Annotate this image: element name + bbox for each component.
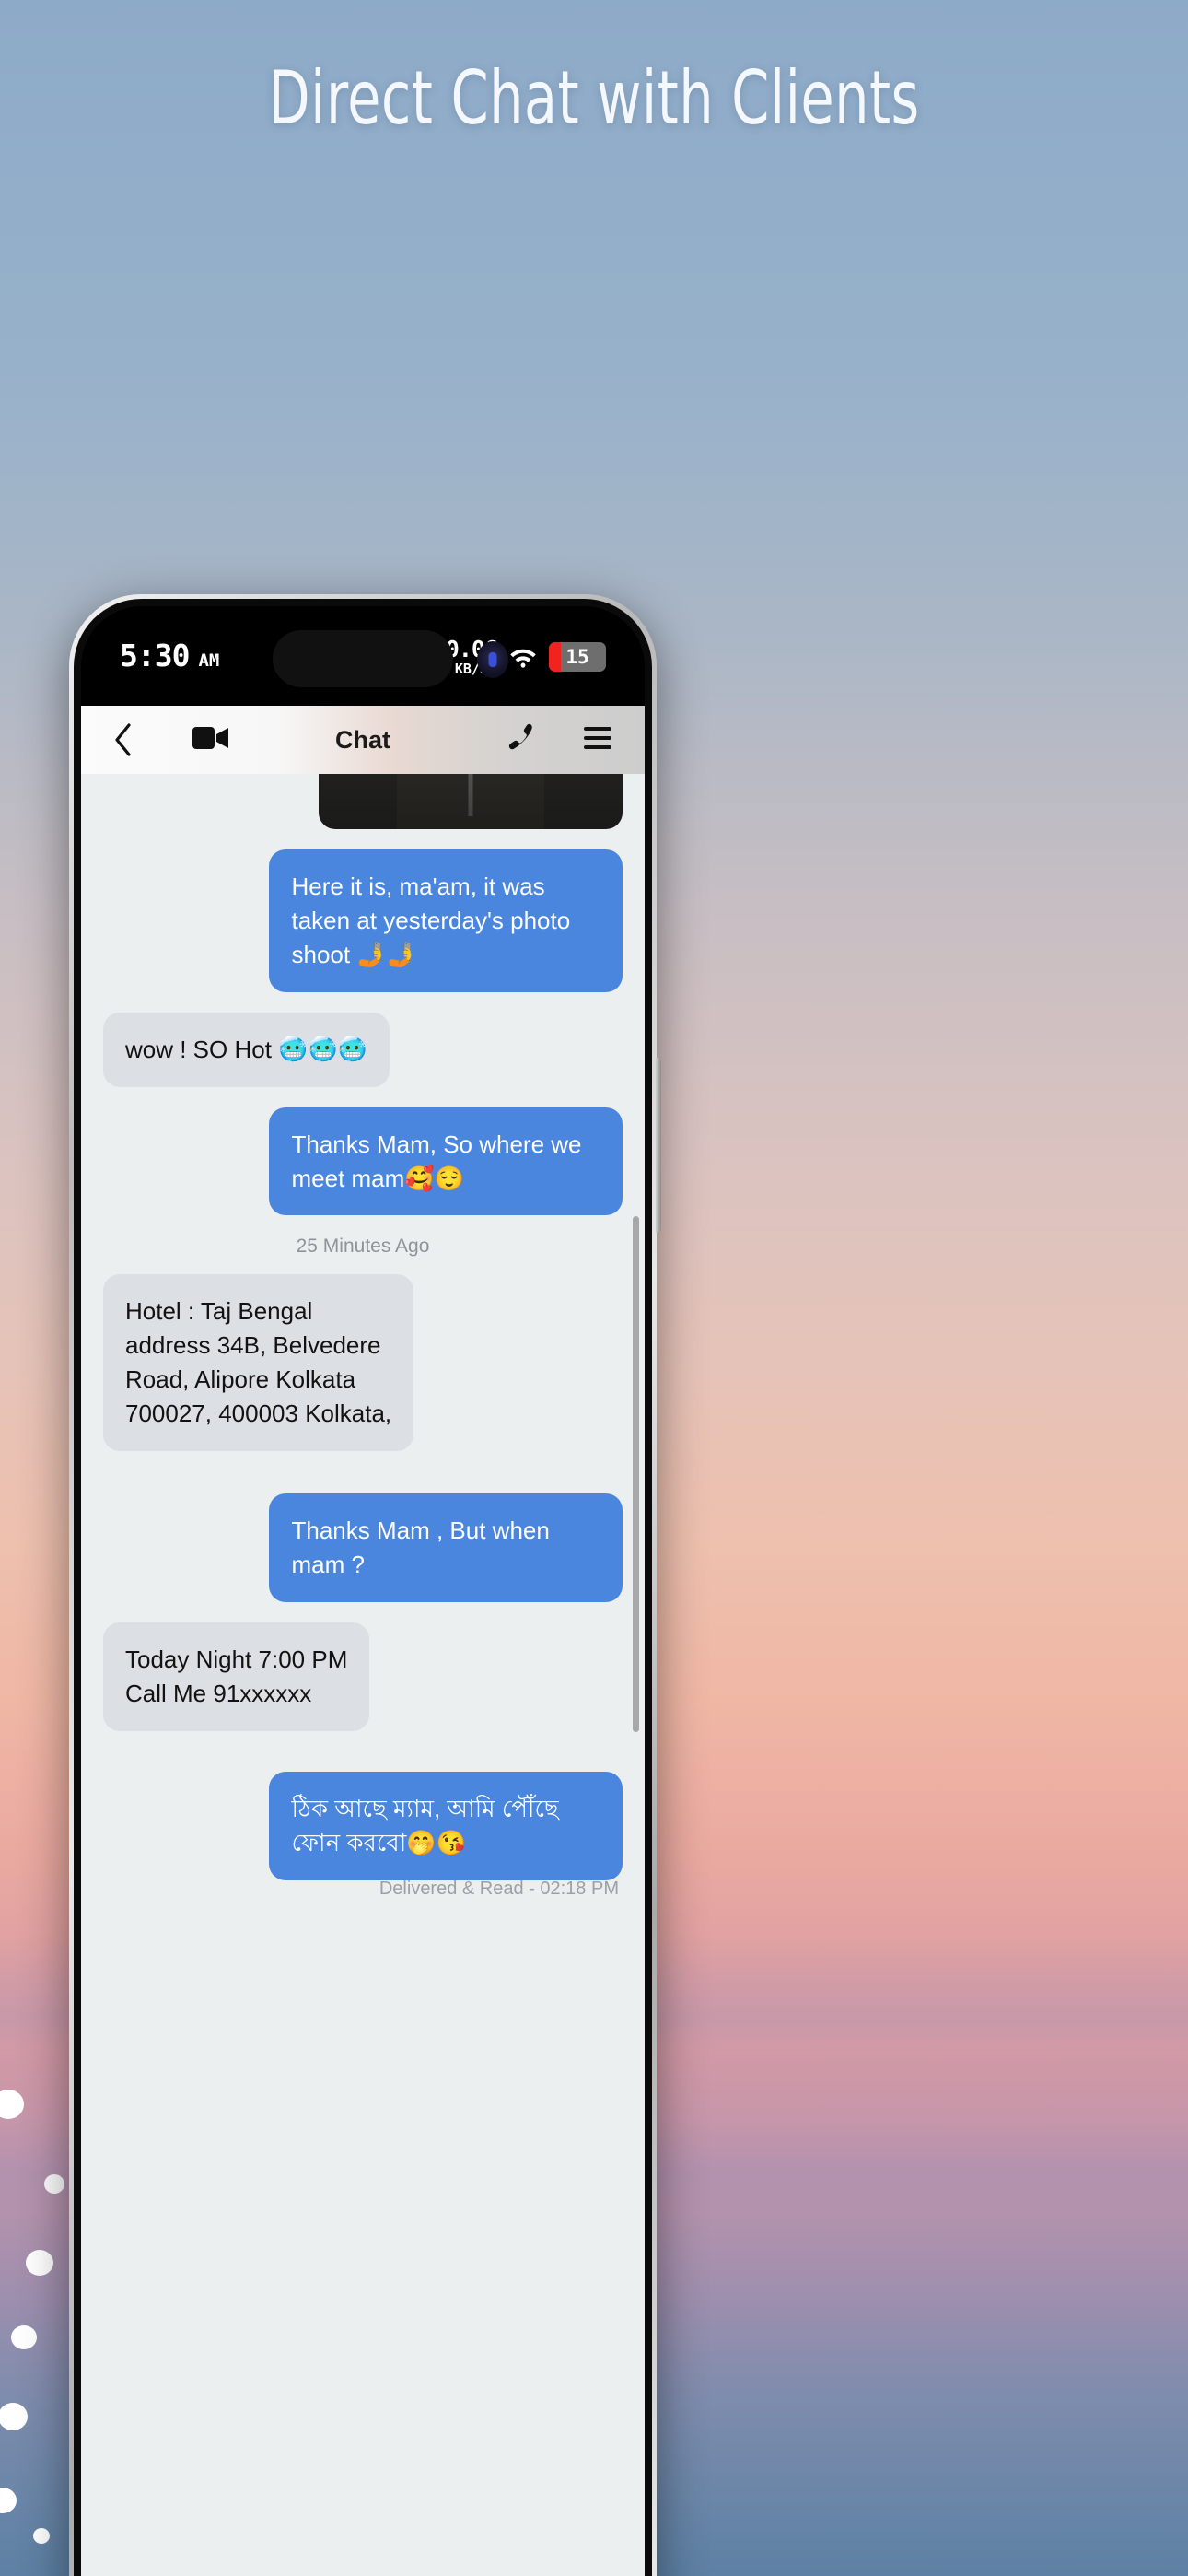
phone-screen: 5:30 AM 0.06 KB/S 15 Chat Here it is, ma… xyxy=(81,606,645,2576)
video-camera-icon xyxy=(192,726,228,749)
message-bubble-outgoing[interactable]: Thanks Mam , But when mam ? xyxy=(269,1493,623,1602)
chat-row-incoming: Hotel : Taj Bengal address 34B, Belveder… xyxy=(103,1274,623,1452)
chat-row-outgoing: ঠিক আছে ম্যাম, আমি পৌঁছে ফোন করবো🤭😘 xyxy=(103,1771,623,1880)
back-button[interactable] xyxy=(112,722,149,757)
battery-percent-label: 15 xyxy=(565,646,589,668)
decor-dot xyxy=(26,2250,53,2276)
chat-header-actions xyxy=(508,722,613,758)
chat-app-header: Chat xyxy=(81,706,645,774)
chat-row-outgoing: Thanks Mam , But when mam ? xyxy=(103,1493,623,1602)
chat-row-incoming: Today Night 7:00 PM Call Me 91xxxxxx xyxy=(103,1622,623,1731)
chat-row-incoming: wow ! SO Hot 🥶🥶🥶 xyxy=(103,1012,623,1087)
status-bar-time: 5:30 xyxy=(120,638,190,673)
phone-bezel: 5:30 AM 0.06 KB/S 15 Chat Here it is, ma… xyxy=(74,599,652,2576)
chat-scroll-container[interactable]: Here it is, ma'am, it was taken at yeste… xyxy=(81,774,645,2576)
dynamic-island xyxy=(273,630,453,687)
hamburger-menu-icon xyxy=(584,726,611,749)
chat-row-photo xyxy=(103,774,623,829)
decor-dot xyxy=(11,2325,37,2349)
message-delivery-status: Delivered & Read - 02:18 PM xyxy=(379,1878,619,1899)
front-camera-icon xyxy=(477,641,508,678)
chat-message-list[interactable]: Here it is, ma'am, it was taken at yeste… xyxy=(81,774,645,2576)
chat-row-outgoing: Here it is, ma'am, it was taken at yeste… xyxy=(103,849,623,992)
message-bubble-incoming[interactable]: wow ! SO Hot 🥶🥶🥶 xyxy=(103,1012,390,1087)
message-line: Road, Alipore Kolkata xyxy=(125,1365,356,1394)
voice-call-button[interactable] xyxy=(508,722,536,758)
message-line: 700027, 400003 Kolkata, xyxy=(125,1399,392,1428)
battery-indicator: 15 xyxy=(549,642,606,672)
video-call-button[interactable] xyxy=(192,724,230,756)
phone-call-icon xyxy=(508,723,532,749)
message-line: Call Me 91xxxxxx xyxy=(125,1679,312,1707)
menu-button[interactable] xyxy=(582,725,613,755)
message-bubble-outgoing[interactable]: ঠিক আছে ম্যাম, আমি পৌঁছে ফোন করবো🤭😘 xyxy=(269,1771,623,1880)
wifi-icon xyxy=(507,645,539,669)
chat-scrollbar-thumb[interactable] xyxy=(633,1216,639,1732)
phone-mockup: 5:30 AM 0.06 KB/S 15 Chat Here it is, ma… xyxy=(69,594,657,2576)
message-bubble-outgoing[interactable]: Here it is, ma'am, it was taken at yeste… xyxy=(269,849,623,992)
decor-dot xyxy=(44,2174,64,2194)
chat-time-divider: 25 Minutes Ago xyxy=(296,1235,430,1258)
message-bubble-outgoing[interactable]: Thanks Mam, So where we meet mam🥰😌 xyxy=(269,1107,623,1216)
message-line: address 34B, Belvedere xyxy=(125,1331,381,1360)
power-button[interactable] xyxy=(656,1058,661,1233)
chat-scrollbar-track[interactable] xyxy=(633,774,642,2576)
photo-detail xyxy=(468,774,473,816)
message-line: Hotel : Taj Bengal xyxy=(125,1297,313,1326)
message-bubble-incoming[interactable]: Hotel : Taj Bengal address 34B, Belveder… xyxy=(103,1274,414,1452)
decor-dot xyxy=(33,2528,50,2544)
promo-headline: Direct Chat with Clients xyxy=(268,55,920,141)
status-bar-ampm: AM xyxy=(198,650,220,671)
status-bar-right: 0.06 KB/S 15 xyxy=(446,638,606,676)
chat-row-outgoing: Thanks Mam, So where we meet mam🥰😌 xyxy=(103,1107,623,1216)
message-line: Today Night 7:00 PM xyxy=(125,1645,348,1673)
chevron-left-icon xyxy=(115,723,131,756)
photo-message-bubble[interactable] xyxy=(319,774,623,829)
message-bubble-incoming[interactable]: Today Night 7:00 PM Call Me 91xxxxxx xyxy=(103,1622,370,1731)
status-bar-left: 5:30 AM xyxy=(120,638,219,673)
